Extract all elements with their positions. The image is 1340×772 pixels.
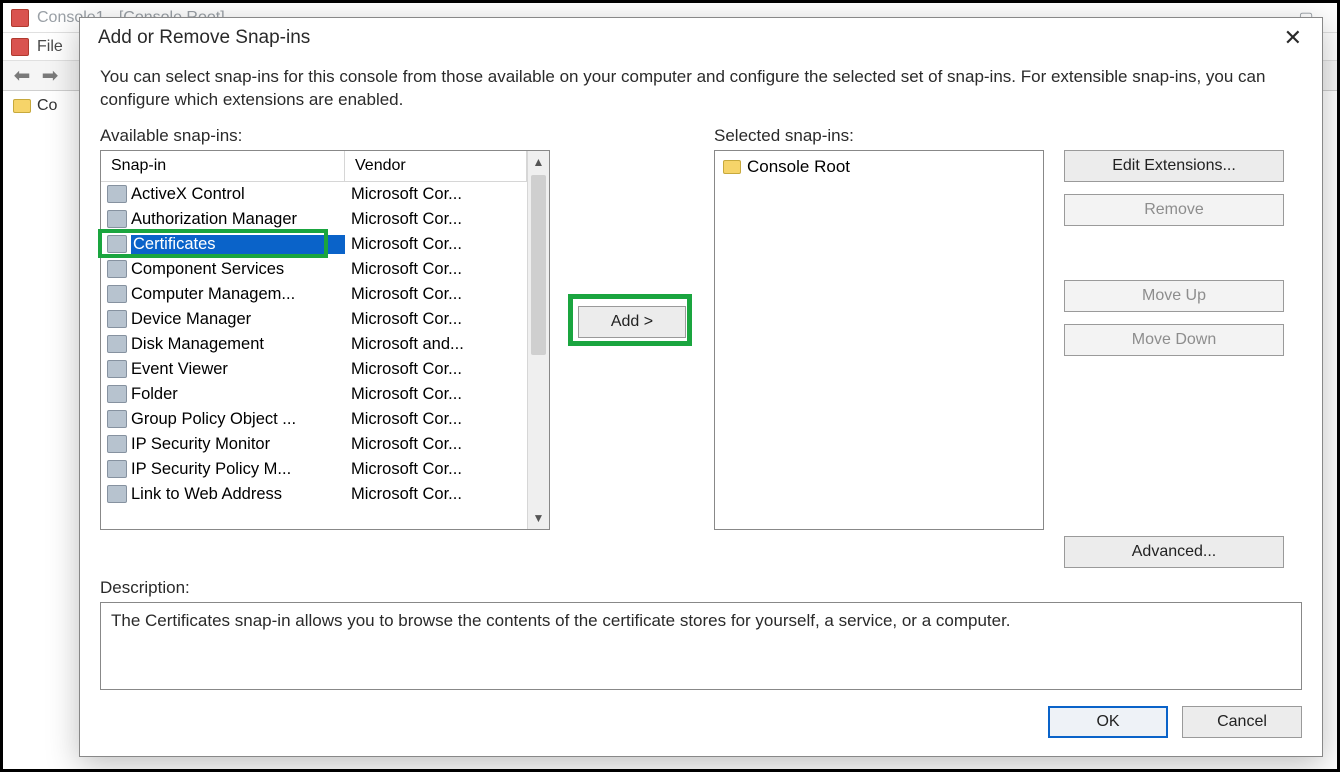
snapin-row[interactable]: Computer Managem...Microsoft Cor... (101, 282, 527, 307)
snapin-name: Disk Management (131, 335, 345, 354)
menu-file[interactable]: File (37, 38, 63, 56)
list-header: Snap-in Vendor (101, 151, 527, 182)
forward-icon[interactable]: ➡ (39, 65, 61, 87)
snapin-icon (107, 260, 127, 278)
snapin-vendor: Microsoft Cor... (345, 235, 527, 254)
folder-icon (13, 99, 31, 113)
snapin-icon (107, 410, 127, 428)
snapin-row[interactable]: IP Security MonitorMicrosoft Cor... (101, 432, 527, 457)
selected-snapins-list[interactable]: Console Root (714, 150, 1044, 530)
snapin-icon (107, 310, 127, 328)
snapin-row[interactable]: Event ViewerMicrosoft Cor... (101, 357, 527, 382)
snapin-icon (107, 435, 127, 453)
header-vendor[interactable]: Vendor (345, 151, 527, 181)
snapin-vendor: Microsoft Cor... (345, 310, 527, 329)
snapin-name: Authorization Manager (131, 210, 345, 229)
advanced-button[interactable]: Advanced... (1064, 536, 1284, 568)
snapin-name: Device Manager (131, 310, 345, 329)
folder-icon (723, 160, 741, 174)
scroll-up-icon[interactable]: ▲ (528, 151, 549, 173)
snapin-vendor: Microsoft Cor... (345, 435, 527, 454)
snapin-icon (107, 235, 127, 253)
snapin-icon (107, 360, 127, 378)
add-button[interactable]: Add > (578, 306, 686, 338)
header-snapin[interactable]: Snap-in (101, 151, 345, 181)
snapin-icon (107, 485, 127, 503)
snapin-vendor: Microsoft Cor... (345, 210, 527, 229)
remove-button[interactable]: Remove (1064, 194, 1284, 226)
dialog-titlebar: Add or Remove Snap-ins ✕ (80, 18, 1322, 58)
snapin-icon (107, 185, 127, 203)
description-box: The Certificates snap-in allows you to b… (100, 602, 1302, 690)
snapin-vendor: Microsoft Cor... (345, 485, 527, 504)
snapin-name: Folder (131, 385, 345, 404)
snapin-vendor: Microsoft Cor... (345, 185, 527, 204)
snapin-row[interactable]: Link to Web AddressMicrosoft Cor... (101, 482, 527, 507)
available-snapins-list[interactable]: Snap-in Vendor ActiveX ControlMicrosoft … (100, 150, 550, 530)
back-icon[interactable]: ⬅ (11, 65, 33, 87)
dialog-intro: You can select snap-ins for this console… (100, 66, 1302, 112)
mmc-doc-icon (11, 38, 29, 56)
snapin-name: Event Viewer (131, 360, 345, 379)
description-label: Description: (100, 578, 1302, 598)
dialog-footer: OK Cancel (80, 690, 1322, 756)
available-label: Available snap-ins: (100, 126, 550, 146)
snapin-icon (107, 335, 127, 353)
selected-root-label: Console Root (747, 157, 850, 177)
snapin-row[interactable]: Group Policy Object ...Microsoft Cor... (101, 407, 527, 432)
snapin-name: Link to Web Address (131, 485, 345, 504)
scrollbar[interactable]: ▲ ▼ (527, 151, 549, 529)
snapin-name: Computer Managem... (131, 285, 345, 304)
snapin-name: ActiveX Control (131, 185, 345, 204)
snapin-row[interactable]: IP Security Policy M...Microsoft Cor... (101, 457, 527, 482)
snapin-name: IP Security Policy M... (131, 460, 345, 479)
edit-extensions-button[interactable]: Edit Extensions... (1064, 150, 1284, 182)
snapin-name: Group Policy Object ... (131, 410, 345, 429)
snapin-vendor: Microsoft and... (345, 335, 527, 354)
snapin-row[interactable]: Device ManagerMicrosoft Cor... (101, 307, 527, 332)
dialog-title: Add or Remove Snap-ins (98, 27, 310, 49)
scroll-down-icon[interactable]: ▼ (528, 507, 549, 529)
snapin-vendor: Microsoft Cor... (345, 385, 527, 404)
selected-root-row[interactable]: Console Root (723, 157, 1035, 177)
snapin-row[interactable]: Component ServicesMicrosoft Cor... (101, 257, 527, 282)
snapin-row[interactable]: ActiveX ControlMicrosoft Cor... (101, 182, 527, 207)
snapin-icon (107, 285, 127, 303)
cancel-button[interactable]: Cancel (1182, 706, 1302, 738)
snapin-row[interactable]: FolderMicrosoft Cor... (101, 382, 527, 407)
move-up-button[interactable]: Move Up (1064, 280, 1284, 312)
snapin-row[interactable]: Disk ManagementMicrosoft and... (101, 332, 527, 357)
ok-button[interactable]: OK (1048, 706, 1168, 738)
selected-label: Selected snap-ins: (714, 126, 1044, 146)
snapin-row[interactable]: Authorization ManagerMicrosoft Cor... (101, 207, 527, 232)
close-icon[interactable]: ✕ (1278, 23, 1308, 53)
tree-root-label: Co (37, 97, 57, 115)
snapin-name: IP Security Monitor (131, 435, 345, 454)
description-text: The Certificates snap-in allows you to b… (111, 611, 1011, 630)
scroll-thumb[interactable] (531, 175, 546, 355)
snapin-icon (107, 385, 127, 403)
snapin-vendor: Microsoft Cor... (345, 460, 527, 479)
snapin-vendor: Microsoft Cor... (345, 260, 527, 279)
snapin-vendor: Microsoft Cor... (345, 285, 527, 304)
snapin-name: Certificates (131, 235, 345, 254)
snapin-vendor: Microsoft Cor... (345, 360, 527, 379)
snapin-icon (107, 210, 127, 228)
snapin-vendor: Microsoft Cor... (345, 410, 527, 429)
mmc-app-icon (11, 9, 29, 27)
snapin-row[interactable]: CertificatesMicrosoft Cor... (101, 232, 527, 257)
snapin-name: Component Services (131, 260, 345, 279)
add-remove-snapins-dialog: Add or Remove Snap-ins ✕ You can select … (79, 17, 1323, 757)
snapin-icon (107, 460, 127, 478)
move-down-button[interactable]: Move Down (1064, 324, 1284, 356)
